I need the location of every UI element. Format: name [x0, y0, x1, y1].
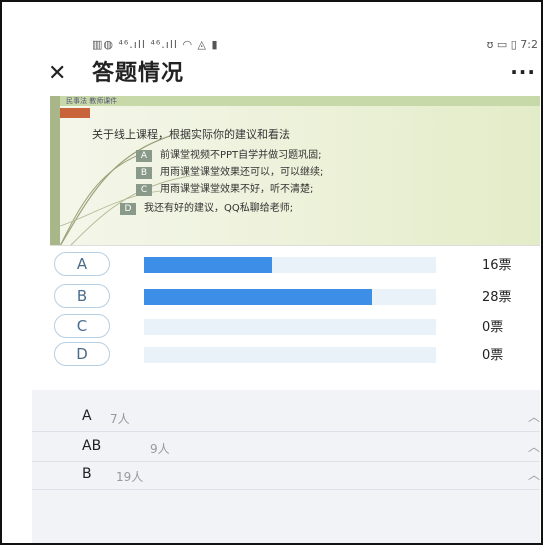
vote-row-b[interactable]: B 28票: [50, 284, 540, 308]
slide-option-key: C: [136, 184, 152, 196]
slide-option-a: A 前课堂视频不PPT自学并做习题巩固;: [136, 146, 322, 162]
close-icon[interactable]: ✕: [48, 62, 66, 86]
vote-row-a[interactable]: A 16票: [50, 252, 540, 276]
status-icons-right: ʊ ▭ ▯ 7:2: [486, 38, 538, 51]
vote-option-letter: D: [54, 342, 110, 366]
more-icon[interactable]: ···: [510, 62, 536, 82]
answer-row-b[interactable]: B 19人 ︿: [32, 460, 540, 490]
slide-option-text: 用雨课堂课堂效果不好，听不清楚;: [160, 184, 314, 195]
slide-option-c: C 用雨课堂课堂效果不好，听不清楚;: [136, 180, 313, 196]
vote-row-d[interactable]: D 0票: [50, 342, 540, 366]
answer-row-ab[interactable]: AB 9人 ︿: [32, 432, 540, 462]
slide-option-key: D: [120, 203, 136, 215]
slide-option-key: A: [136, 150, 152, 162]
chevron-up-icon[interactable]: ︿: [528, 408, 540, 425]
slide-question: 关于线上课程，根据实际你的建议和看法: [92, 128, 290, 141]
slide-option-key: B: [136, 167, 152, 179]
slide-option-d: D 我还有好的建议，QQ私聊给老师;: [120, 199, 293, 215]
answer-key: A: [82, 408, 92, 424]
page-title: 答题情况: [92, 61, 185, 86]
vote-count: 16票: [482, 258, 512, 273]
vote-count: 28票: [482, 290, 512, 305]
slide-option-text: 我还有好的建议，QQ私聊给老师;: [144, 203, 294, 214]
vote-row-c[interactable]: C 0票: [50, 314, 540, 338]
answer-count: 19人: [116, 470, 144, 484]
answer-count: 7人: [110, 412, 130, 426]
answer-key: AB: [82, 438, 102, 454]
answer-key: B: [82, 466, 92, 482]
vote-count: 0票: [482, 320, 504, 335]
vote-bar-track: [144, 289, 436, 305]
answer-row-a[interactable]: A 7人 ︿: [32, 402, 540, 432]
slide-option-text: 前课堂视频不PPT自学并做习题巩固;: [160, 150, 322, 161]
slide-option-b: B 用雨课堂课堂效果还可以，可以继续;: [136, 163, 323, 179]
vote-bar-fill: [144, 289, 372, 305]
screenshot-frame: ▥◍ ⁴⁶.ıll ⁴⁶.ıll ◠ ◬ ▮ ʊ ▭ ▯ 7:2 ✕ 答题情况 …: [0, 0, 543, 545]
slide-option-text: 用雨课堂课堂效果还可以，可以继续;: [160, 167, 324, 178]
chevron-up-icon[interactable]: ︿: [528, 438, 540, 455]
vote-bar-track: [144, 257, 436, 273]
vote-bar-track: [144, 347, 436, 363]
answer-group-list: A 7人 ︿ AB 9人 ︿ B 19人 ︿: [32, 390, 540, 543]
status-bar: ▥◍ ⁴⁶.ıll ⁴⁶.ıll ◠ ◬ ▮ ʊ ▭ ▯ 7:2: [32, 30, 540, 58]
vote-option-letter: B: [54, 284, 110, 308]
phone-screen: ▥◍ ⁴⁶.ıll ⁴⁶.ıll ◠ ◬ ▮ ʊ ▭ ▯ 7:2 ✕ 答题情况 …: [32, 30, 540, 543]
vote-bar-track: [144, 319, 436, 335]
answer-count: 9人: [150, 442, 170, 456]
question-slide-image: 民事法 教师课件 关于线上课程，根据实际你的建议和看法 A 前课堂视频不PPT自学…: [50, 96, 540, 246]
vote-count: 0票: [482, 348, 504, 363]
vote-option-letter: A: [54, 252, 110, 276]
vote-option-letter: C: [54, 314, 110, 338]
chevron-up-icon[interactable]: ︿: [528, 466, 540, 483]
vote-bar-fill: [144, 257, 273, 273]
status-icons-left: ▥◍ ⁴⁶.ıll ⁴⁶.ıll ◠ ◬ ▮: [92, 38, 219, 51]
title-bar: ✕ 答题情况 ···: [32, 58, 540, 94]
